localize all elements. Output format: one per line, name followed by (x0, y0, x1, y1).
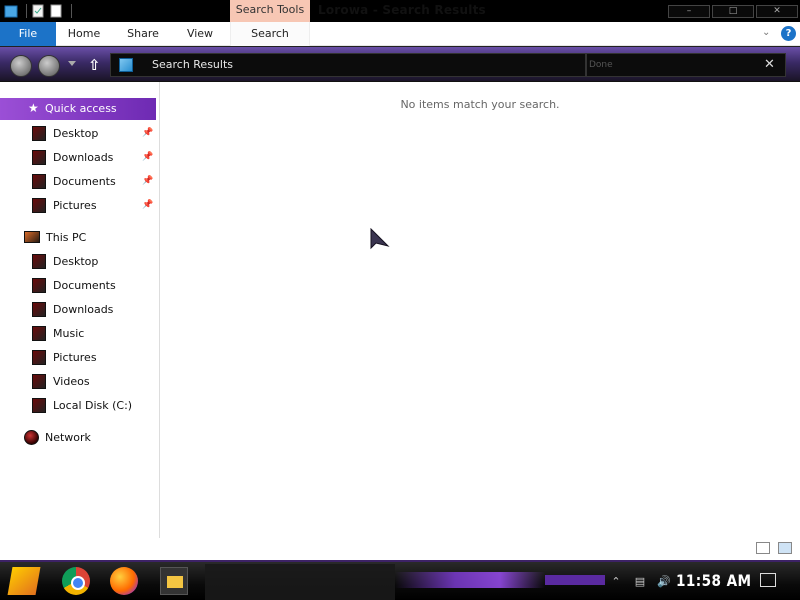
expand-ribbon-icon[interactable]: ⌄ (762, 27, 774, 39)
star-icon: ★ (28, 101, 39, 115)
notifications-icon[interactable] (760, 573, 776, 587)
tab-view[interactable]: View (178, 22, 222, 46)
sidebar-item-desktop[interactable]: Desktop 📌 (0, 123, 156, 145)
taskbar-decoration (395, 572, 545, 588)
folder-icon[interactable] (4, 3, 18, 19)
pin-icon[interactable]: 📌 (142, 200, 153, 210)
taskbar-decoration (545, 575, 605, 585)
chevron-up-icon[interactable]: ⌃ (608, 575, 624, 589)
maximize-button[interactable]: □ (712, 5, 754, 18)
minimize-button[interactable]: – (668, 5, 710, 18)
music-icon (32, 326, 46, 341)
sidebar-item-label: Desktop (53, 127, 99, 140)
sidebar-item-label: Music (53, 327, 85, 340)
window-title: Lorowa - Search Results (318, 3, 486, 17)
clear-search-icon[interactable]: ✕ (764, 57, 775, 72)
downloads-icon (32, 302, 46, 317)
pin-icon[interactable]: 📌 (142, 128, 153, 138)
sidebar-item-label: Pictures (53, 351, 97, 364)
sidebar-item-label: Downloads (53, 303, 114, 316)
desktop-icon (32, 126, 46, 141)
start-icon[interactable] (7, 567, 41, 595)
videos-icon (32, 374, 46, 389)
desktop-icon (32, 254, 46, 269)
close-button[interactable]: ✕ (756, 5, 798, 18)
sidebar-item-label: Videos (53, 375, 90, 388)
file-list[interactable]: No items match your search. (160, 82, 800, 542)
details-view-icon[interactable] (756, 542, 770, 554)
sidebar-item-this-pc[interactable]: This PC (0, 227, 156, 249)
title-bar: Search Tools Lorowa - Search Results – □… (0, 0, 800, 22)
sidebar-item-videos[interactable]: Videos (0, 371, 156, 393)
pin-icon[interactable]: 📌 (142, 176, 153, 186)
sidebar-item-network[interactable]: Network (0, 427, 156, 449)
sidebar-item-documents[interactable]: Documents 📌 (0, 171, 156, 193)
sidebar-item-pc-desktop[interactable]: Desktop (0, 251, 156, 273)
address-bar-area: ⇧ Search Results Done ✕ (0, 46, 800, 82)
file-explorer-icon[interactable] (160, 567, 188, 595)
ribbon-tabs: File Home Share View Search ⌄ ? (0, 22, 800, 46)
drive-icon (32, 398, 46, 413)
sidebar-item-label: Network (45, 431, 91, 444)
sidebar-item-label: Local Disk (C:) (53, 399, 133, 412)
network-icon (24, 430, 39, 445)
sidebar-item-downloads[interactable]: Downloads 📌 (0, 147, 156, 169)
sidebar-item-pc-downloads[interactable]: Downloads (0, 299, 156, 321)
address-field[interactable]: Search Results (110, 53, 586, 77)
computer-icon (24, 231, 40, 243)
address-path: Search Results (152, 58, 234, 71)
clock[interactable]: 11:58 AM (676, 571, 751, 590)
sidebar-item-label: Pictures (53, 199, 97, 212)
empty-results-message: No items match your search. (400, 98, 560, 111)
downloads-icon (32, 150, 46, 165)
documents-icon (32, 174, 46, 189)
properties-icon[interactable] (31, 3, 45, 19)
taskbar-background-art (205, 564, 395, 600)
search-folder-icon (119, 58, 133, 72)
status-bar (0, 538, 800, 560)
sidebar-item-music[interactable]: Music (0, 323, 156, 345)
tab-share[interactable]: Share (118, 22, 168, 46)
new-folder-icon[interactable] (49, 3, 63, 19)
search-input[interactable]: Done (586, 53, 786, 77)
navigation-pane: ★ Quick access Desktop 📌 Downloads 📌 Doc… (0, 82, 160, 542)
mouse-cursor-icon (370, 228, 390, 250)
sidebar-item-local-disk[interactable]: Local Disk (C:) (0, 395, 156, 417)
divider (26, 4, 27, 18)
search-input-text: Done (589, 60, 613, 70)
sidebar-item-label: Downloads (53, 151, 114, 164)
search-tools-contextual-tab: Search Tools (230, 0, 310, 22)
taskbar: ⌃ ▤ 🔊 11:58 AM (0, 560, 800, 600)
tab-search[interactable]: Search (230, 22, 310, 46)
sidebar-item-label: Quick access (45, 102, 117, 115)
sidebar-item-pc-documents[interactable]: Documents (0, 275, 156, 297)
chrome-icon[interactable] (62, 567, 90, 595)
recent-locations-icon[interactable] (68, 61, 76, 66)
back-button[interactable] (10, 55, 32, 77)
tab-file[interactable]: File (0, 22, 56, 46)
sidebar-item-label: Documents (53, 279, 116, 292)
quick-access-toolbar (0, 2, 72, 20)
help-icon[interactable]: ? (781, 26, 796, 41)
sidebar-item-quick-access[interactable]: ★ Quick access (0, 98, 156, 120)
sidebar-item-pictures[interactable]: Pictures 📌 (0, 195, 156, 217)
network-tray-icon[interactable]: ▤ (632, 575, 648, 589)
sidebar-item-pc-pictures[interactable]: Pictures (0, 347, 156, 369)
sidebar-item-label: This PC (46, 231, 87, 244)
sidebar-item-label: Desktop (53, 255, 99, 268)
system-tray: ⌃ ▤ 🔊 (600, 572, 672, 592)
up-arrow-icon[interactable]: ⇧ (88, 56, 104, 74)
documents-icon (32, 278, 46, 293)
tab-home[interactable]: Home (60, 22, 108, 46)
large-icons-view-icon[interactable] (778, 542, 792, 554)
firefox-icon[interactable] (110, 567, 138, 595)
pin-icon[interactable]: 📌 (142, 152, 153, 162)
forward-button[interactable] (38, 55, 60, 77)
volume-icon[interactable]: 🔊 (656, 575, 672, 589)
pictures-icon (32, 198, 46, 213)
pictures-icon (32, 350, 46, 365)
divider (71, 4, 72, 18)
sidebar-item-label: Documents (53, 175, 116, 188)
